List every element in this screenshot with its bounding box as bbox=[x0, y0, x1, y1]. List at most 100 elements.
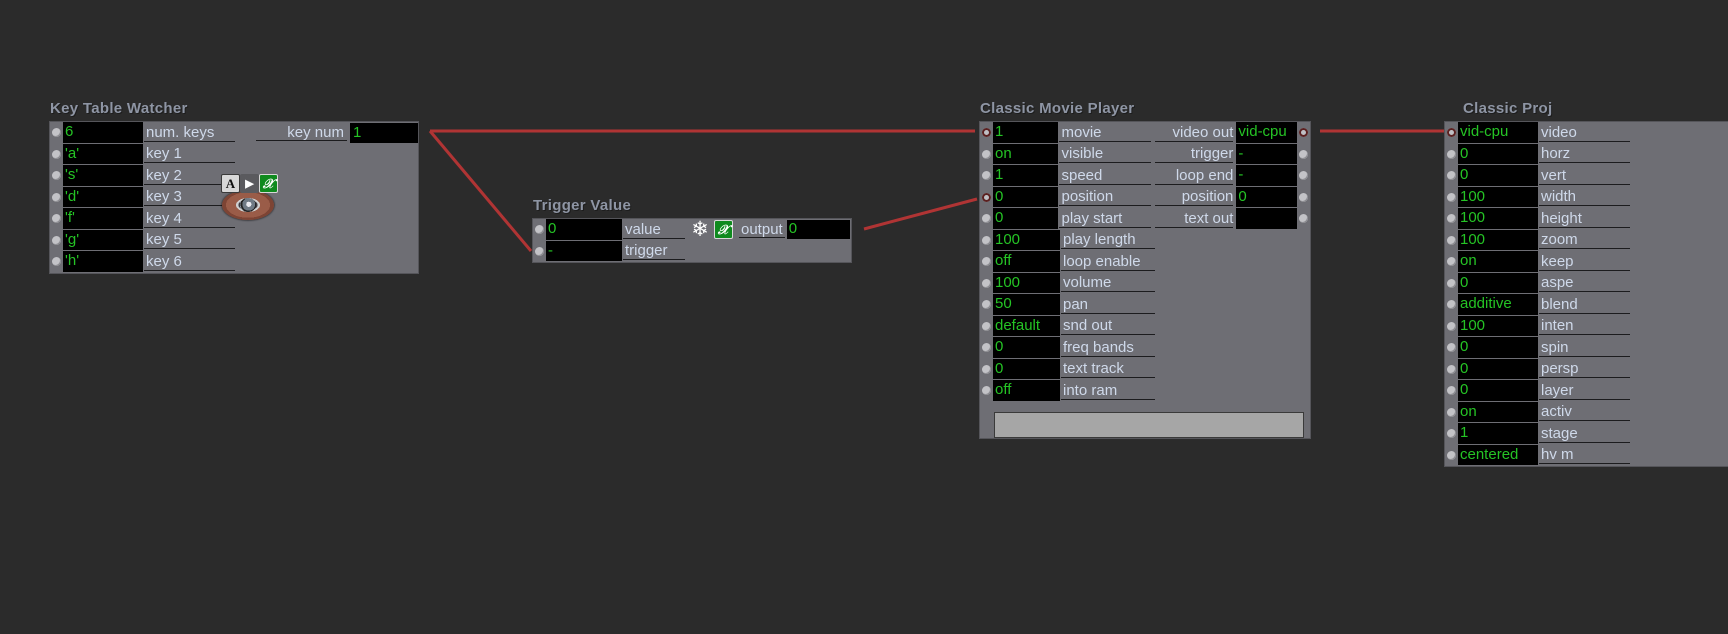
movie-preview-strip[interactable] bbox=[994, 411, 1304, 438]
port-dot-icon[interactable] bbox=[982, 386, 991, 396]
table-row[interactable]: 'h' key 6 bbox=[50, 251, 418, 273]
output-row-key-num[interactable]: key num 1 bbox=[255, 122, 418, 144]
port-dot-icon[interactable] bbox=[1447, 321, 1456, 331]
port-dot-icon[interactable] bbox=[1447, 364, 1456, 374]
input-port[interactable] bbox=[1445, 251, 1458, 273]
input-port[interactable] bbox=[980, 143, 993, 165]
port-dot-icon[interactable] bbox=[1447, 171, 1456, 181]
value-field[interactable]: 0 bbox=[993, 186, 1059, 208]
value-field[interactable]: 0 bbox=[1458, 143, 1538, 165]
input-port[interactable] bbox=[1445, 229, 1458, 251]
port-dot-icon[interactable] bbox=[1447, 192, 1456, 202]
value-field[interactable]: on bbox=[1458, 401, 1538, 423]
output-value[interactable]: vid-cpu bbox=[1236, 122, 1297, 144]
value-field[interactable]: 100 bbox=[1458, 208, 1538, 230]
input-port[interactable] bbox=[1445, 380, 1458, 402]
input-port[interactable] bbox=[980, 315, 993, 337]
port-dot-icon[interactable] bbox=[1447, 278, 1456, 288]
port-dot-icon[interactable] bbox=[982, 149, 991, 159]
port-dot-icon[interactable] bbox=[1447, 407, 1456, 417]
node-body[interactable]: 1 movie video out vid-cpu on visible tri… bbox=[980, 122, 1310, 438]
input-port[interactable] bbox=[980, 208, 993, 230]
value-field[interactable]: 1 bbox=[993, 165, 1059, 187]
port-dot-icon[interactable] bbox=[982, 364, 991, 374]
value-field[interactable]: 6 bbox=[63, 122, 143, 144]
input-port[interactable] bbox=[980, 358, 993, 380]
output-port[interactable] bbox=[1297, 187, 1310, 209]
table-row[interactable]: 0 play start text out bbox=[980, 208, 1310, 230]
value-field[interactable]: 'g' bbox=[63, 229, 143, 251]
table-row[interactable]: on keep bbox=[1445, 251, 1728, 273]
input-port[interactable] bbox=[980, 380, 993, 402]
value-field[interactable]: 0 bbox=[993, 208, 1059, 230]
port-dot-icon[interactable] bbox=[1299, 171, 1308, 181]
table-row[interactable]: - trigger bbox=[533, 240, 851, 262]
output-port[interactable] bbox=[1297, 165, 1310, 187]
table-row[interactable]: 100 zoom bbox=[1445, 229, 1728, 251]
output-value[interactable]: 0 bbox=[1236, 186, 1297, 208]
output-value[interactable]: 1 bbox=[350, 122, 418, 143]
port-dot-icon[interactable] bbox=[982, 192, 991, 202]
port-dot-icon[interactable] bbox=[1447, 429, 1456, 439]
input-port[interactable] bbox=[980, 272, 993, 294]
output-value[interactable] bbox=[1236, 208, 1297, 230]
table-row[interactable]: 1 speed loop end - bbox=[980, 165, 1310, 187]
value-field[interactable]: 100 bbox=[993, 229, 1060, 251]
port-dot-icon[interactable] bbox=[982, 128, 991, 138]
table-row[interactable]: 0 text track bbox=[980, 358, 1310, 380]
port-dot-icon[interactable] bbox=[1447, 214, 1456, 224]
input-port[interactable] bbox=[980, 251, 993, 273]
value-field[interactable]: centered bbox=[1458, 444, 1538, 466]
port-dot-icon[interactable] bbox=[1447, 235, 1456, 245]
input-port[interactable] bbox=[50, 143, 63, 165]
value-field[interactable]: default bbox=[993, 315, 1060, 337]
port-dot-icon[interactable] bbox=[982, 214, 991, 224]
table-row[interactable]: 1 stage bbox=[1445, 423, 1728, 445]
value-field[interactable]: 0 bbox=[1458, 337, 1538, 359]
table-row[interactable]: default snd out bbox=[980, 315, 1310, 337]
port-dot-icon[interactable] bbox=[982, 300, 991, 310]
value-field[interactable]: 1 bbox=[1458, 423, 1538, 445]
table-row[interactable]: 100 inten bbox=[1445, 315, 1728, 337]
input-port[interactable] bbox=[980, 337, 993, 359]
port-dot-icon[interactable] bbox=[982, 171, 991, 181]
node-body[interactable]: 6 num. keys 'a' key 1 's' key 2 'd' key bbox=[50, 122, 418, 273]
output-port[interactable] bbox=[1297, 208, 1310, 230]
port-dot-icon[interactable] bbox=[52, 192, 61, 202]
table-row[interactable]: 0 aspe bbox=[1445, 272, 1728, 294]
port-dot-icon[interactable] bbox=[1447, 128, 1456, 138]
output-row-value[interactable]: ❄ 𝒳 output 0 bbox=[688, 219, 850, 241]
table-row[interactable]: 0 vert bbox=[1445, 165, 1728, 187]
table-row[interactable]: 0 spin bbox=[1445, 337, 1728, 359]
value-field[interactable]: 0 bbox=[1458, 272, 1538, 294]
port-dot-icon[interactable] bbox=[1299, 128, 1308, 138]
node-body[interactable]: vid-cpu video 0 horz 0 vert 100 width 10… bbox=[1445, 122, 1728, 466]
port-dot-icon[interactable] bbox=[1447, 257, 1456, 267]
value-field[interactable]: off bbox=[993, 251, 1060, 273]
port-dot-icon[interactable] bbox=[52, 214, 61, 224]
node-classic-movie-player[interactable]: Classic Movie Player 1 movie video out v… bbox=[980, 100, 1310, 445]
output-port[interactable] bbox=[1297, 144, 1310, 166]
port-dot-icon[interactable] bbox=[982, 235, 991, 245]
input-port[interactable] bbox=[50, 186, 63, 208]
table-row[interactable]: on activ bbox=[1445, 401, 1728, 423]
function-x-icon[interactable]: 𝒳 bbox=[714, 220, 733, 240]
table-row[interactable]: 0 layer bbox=[1445, 380, 1728, 402]
port-dot-icon[interactable] bbox=[1299, 192, 1308, 202]
port-dot-icon[interactable] bbox=[535, 225, 544, 235]
snowflake-icon[interactable]: ❄ bbox=[688, 219, 712, 241]
value-field[interactable]: off bbox=[993, 380, 1060, 402]
port-dot-icon[interactable] bbox=[52, 128, 61, 138]
letter-a-icon[interactable]: A bbox=[221, 174, 240, 193]
patch-canvas[interactable]: Key Table Watcher 6 num. keys 'a' key 1 … bbox=[0, 0, 1728, 634]
port-dot-icon[interactable] bbox=[52, 171, 61, 181]
port-dot-icon[interactable] bbox=[1299, 214, 1308, 224]
value-field[interactable]: vid-cpu bbox=[1458, 122, 1538, 144]
value-field[interactable]: 'd' bbox=[63, 186, 143, 208]
value-field[interactable]: additive bbox=[1458, 294, 1538, 316]
input-port[interactable] bbox=[50, 122, 63, 144]
port-dot-icon[interactable] bbox=[982, 257, 991, 267]
port-dot-icon[interactable] bbox=[982, 321, 991, 331]
port-dot-icon[interactable] bbox=[1447, 300, 1456, 310]
table-row[interactable]: 100 width bbox=[1445, 186, 1728, 208]
